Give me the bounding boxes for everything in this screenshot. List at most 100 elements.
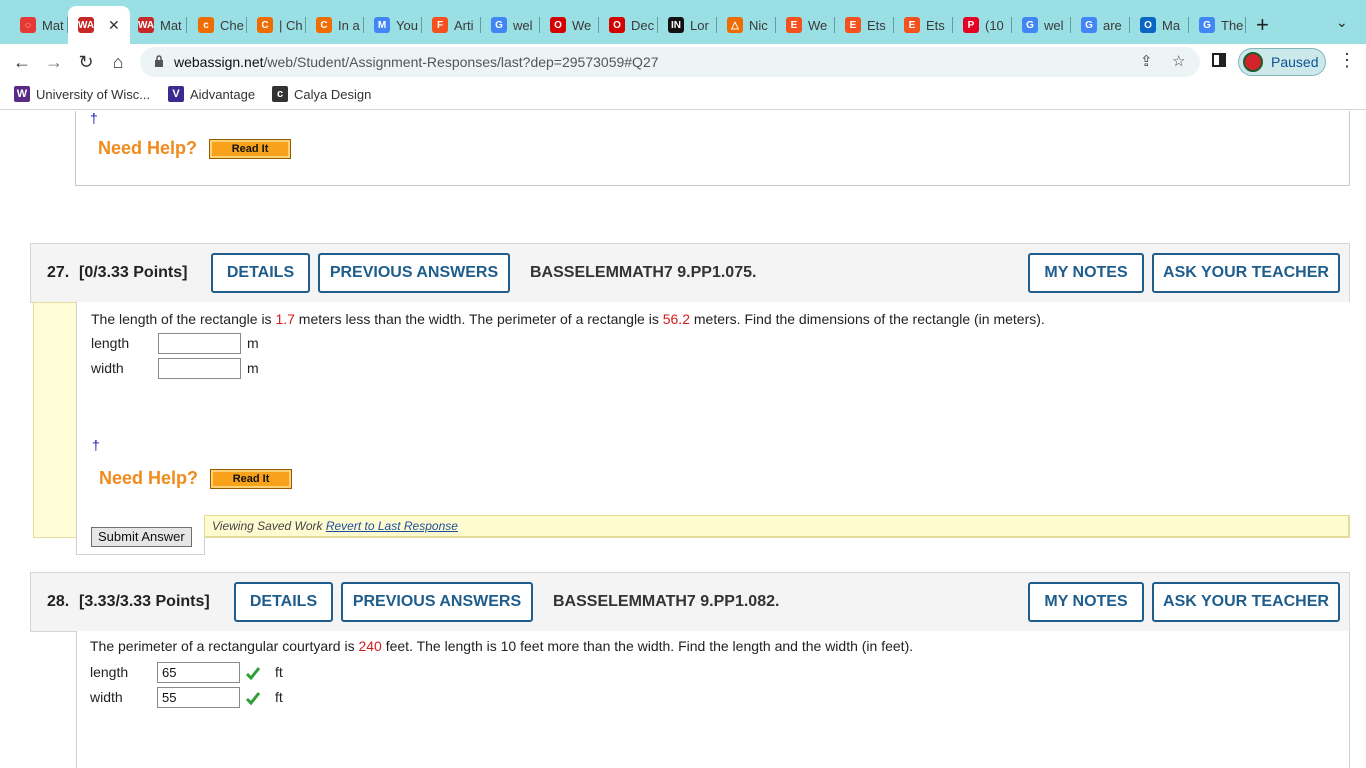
browser-tab[interactable]: WA Mat bbox=[128, 8, 187, 42]
browser-toolbar: ← → ↻ ⌂ webassign.net/web/Student/Assign… bbox=[0, 44, 1366, 80]
url-text: webassign.net/web/Student/Assignment-Res… bbox=[174, 54, 659, 70]
bookmark-favicon-icon: W bbox=[14, 86, 30, 102]
browser-tab[interactable]: Gwel bbox=[481, 8, 540, 42]
read-it-button[interactable]: Read It bbox=[210, 468, 293, 489]
browser-tab[interactable]: O We bbox=[540, 8, 599, 42]
avatar bbox=[1243, 52, 1263, 72]
tab-favicon-icon: E bbox=[845, 17, 861, 33]
side-panel-icon[interactable] bbox=[1212, 53, 1226, 67]
tab-title: In a bbox=[338, 17, 360, 33]
tab-title: Arti bbox=[454, 17, 474, 33]
need-help-section: Need Help? Read It bbox=[98, 138, 292, 159]
browser-tab[interactable]: E Ets bbox=[894, 8, 953, 42]
tab-title: Ma bbox=[1162, 17, 1181, 33]
tab-title: (10 bbox=[985, 17, 1004, 33]
bookmark-item[interactable]: V Aidvantage bbox=[168, 86, 255, 102]
width-label: width bbox=[91, 360, 124, 376]
tab-favicon-icon: O bbox=[1140, 17, 1156, 33]
tab-title: We bbox=[808, 17, 828, 33]
browser-tab[interactable]: M You bbox=[364, 8, 422, 42]
ask-your-teacher-button[interactable]: ASK YOUR TEACHER bbox=[1152, 582, 1340, 622]
close-tab-icon[interactable]: ✕ bbox=[108, 17, 120, 34]
browser-tab[interactable]: ◌ Mat bbox=[10, 8, 68, 42]
tab-favicon-icon: ◌ bbox=[20, 17, 36, 33]
my-notes-button[interactable]: MY NOTES bbox=[1028, 253, 1144, 293]
question-code: BASSELEMMATH7 9.PP1.082. bbox=[553, 593, 780, 610]
browser-tab[interactable]: E We bbox=[776, 8, 835, 42]
browser-tab[interactable]: △ Nic bbox=[717, 8, 776, 42]
tab-search-chevron-icon[interactable]: ⌄ bbox=[1336, 14, 1348, 31]
question-prompt: The perimeter of a rectangular courtyard… bbox=[90, 638, 914, 654]
length-label: length bbox=[90, 664, 129, 680]
browser-tab[interactable]: O Dec bbox=[599, 8, 658, 42]
read-it-button[interactable]: Read It bbox=[209, 138, 292, 159]
need-help-label: Need Help? bbox=[98, 138, 198, 158]
footnote-dagger: † bbox=[90, 111, 98, 126]
tab-favicon-icon: G bbox=[1022, 17, 1038, 33]
tab-title: | Ch bbox=[279, 17, 303, 33]
browser-tab[interactable]: IN Lor bbox=[658, 8, 717, 42]
length-unit: m bbox=[247, 335, 259, 351]
new-tab-button[interactable]: + bbox=[1256, 12, 1269, 38]
submit-area: Submit Answer bbox=[76, 515, 205, 555]
tab-favicon-icon: c bbox=[198, 17, 214, 33]
details-button[interactable]: DETAILS bbox=[211, 253, 310, 293]
browser-tab[interactable]: O Ma bbox=[1130, 8, 1189, 42]
submit-answer-button[interactable]: Submit Answer bbox=[91, 527, 192, 547]
forward-arrow-icon[interactable]: → bbox=[42, 50, 66, 74]
home-icon[interactable]: ⌂ bbox=[106, 50, 130, 74]
browser-tab[interactable]: c Che bbox=[188, 8, 247, 42]
bookmarks-bar: W University of Wisc... V Aidvantage c Calya … bbox=[0, 80, 1366, 110]
back-arrow-icon[interactable]: ← bbox=[10, 50, 34, 74]
need-help-section: Need Help? Read It bbox=[99, 468, 293, 489]
browser-tab[interactable]: C In a bbox=[306, 8, 364, 42]
previous-answers-button[interactable]: PREVIOUS ANSWERS bbox=[318, 253, 510, 293]
tab-favicon-icon: M bbox=[374, 17, 390, 33]
tab-favicon-icon: P bbox=[963, 17, 979, 33]
length-label: length bbox=[91, 335, 130, 351]
saved-work-text: Viewing Saved Work bbox=[212, 519, 326, 533]
revert-link[interactable]: Revert to Last Response bbox=[326, 519, 458, 533]
previous-answers-button[interactable]: PREVIOUS ANSWERS bbox=[341, 582, 533, 622]
tab-title: Nic bbox=[749, 17, 768, 33]
browser-tab[interactable]: Gwel bbox=[1012, 8, 1071, 42]
tab-title: wel bbox=[513, 17, 533, 33]
bookmark-favicon-icon: V bbox=[168, 86, 184, 102]
bookmark-label: University of Wisc... bbox=[36, 86, 151, 102]
tab-favicon-icon: E bbox=[786, 17, 802, 33]
question-points: [0/3.33 Points] bbox=[79, 264, 188, 281]
question-28-content: The perimeter of a rectangular courtyard… bbox=[76, 631, 1350, 768]
details-button[interactable]: DETAILS bbox=[234, 582, 333, 622]
bookmark-item[interactable]: c Calya Design bbox=[272, 86, 371, 102]
width-unit: ft bbox=[275, 689, 283, 705]
browser-tab[interactable]: E Ets bbox=[835, 8, 894, 42]
width-input[interactable] bbox=[157, 687, 240, 708]
browser-tab[interactable]: C | Ch bbox=[247, 8, 306, 42]
width-input[interactable] bbox=[158, 358, 241, 379]
tab-favicon-icon: △ bbox=[727, 17, 743, 33]
share-icon[interactable]: ⇪ bbox=[1140, 52, 1153, 70]
bookmark-item[interactable]: W University of Wisc... bbox=[14, 86, 150, 102]
width-unit: m bbox=[247, 360, 259, 376]
length-input[interactable] bbox=[157, 662, 240, 683]
browser-tab[interactable]: WA ✕ bbox=[68, 6, 130, 44]
ask-your-teacher-button[interactable]: ASK YOUR TEACHER bbox=[1152, 253, 1340, 293]
browser-menu-icon[interactable]: ⋮ bbox=[1338, 50, 1356, 71]
reload-icon[interactable]: ↻ bbox=[74, 50, 98, 74]
bookmark-star-icon[interactable]: ☆ bbox=[1172, 52, 1185, 70]
profile-status: Paused bbox=[1271, 54, 1319, 70]
tab-title: We bbox=[572, 17, 592, 33]
profile-button[interactable]: Paused bbox=[1238, 48, 1326, 76]
my-notes-button[interactable]: MY NOTES bbox=[1028, 582, 1144, 622]
browser-tab[interactable]: F Arti bbox=[422, 8, 481, 42]
browser-tab[interactable]: Gare bbox=[1071, 8, 1130, 42]
tab-favicon-icon: G bbox=[491, 17, 507, 33]
length-input[interactable] bbox=[158, 333, 241, 354]
webassign-page: † Need Help? Read It 27. [0/3.33 Points]… bbox=[0, 111, 1366, 768]
browser-tab[interactable]: P (10 bbox=[953, 8, 1012, 42]
browser-tab[interactable]: G The bbox=[1189, 8, 1246, 42]
correct-check-icon bbox=[245, 692, 261, 706]
bookmark-label: Calya Design bbox=[294, 86, 372, 102]
address-bar[interactable]: webassign.net/web/Student/Assignment-Res… bbox=[140, 47, 1200, 77]
width-label: width bbox=[90, 689, 123, 705]
